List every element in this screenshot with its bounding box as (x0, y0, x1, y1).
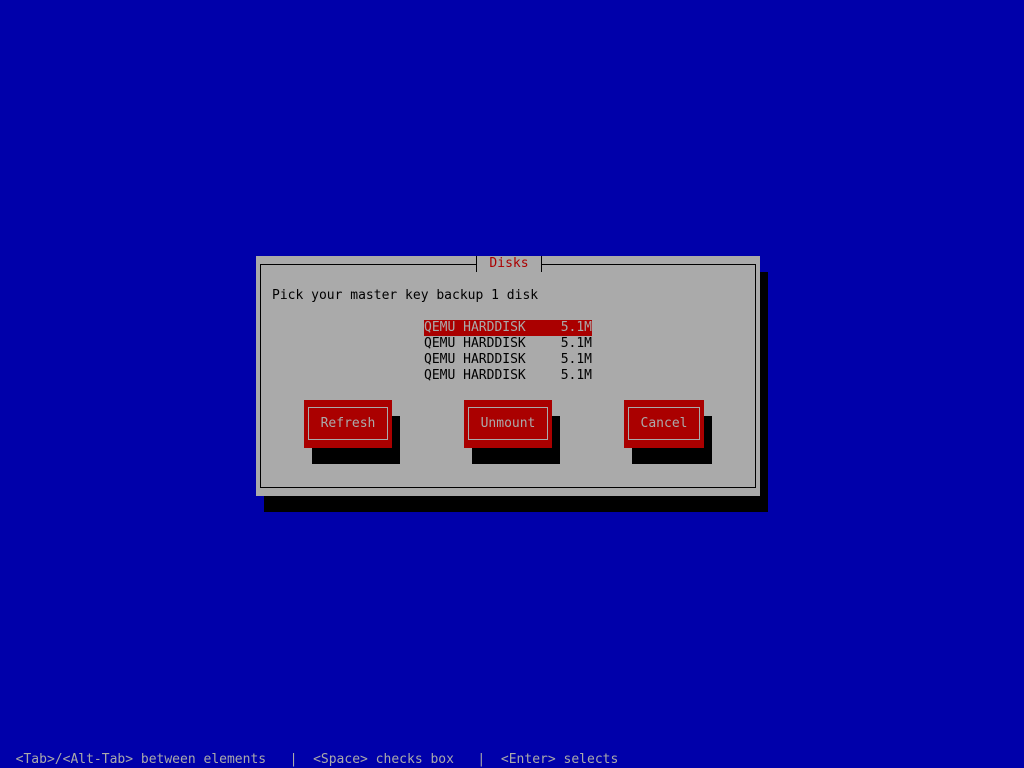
disk-list[interactable]: QEMU HARDDISK 5.1M QEMU HARDDISK 5.1M QE… (424, 320, 592, 384)
refresh-button-label: Refresh (308, 407, 388, 440)
disk-name: QEMU HARDDISK (424, 352, 526, 367)
dialog-prompt: Pick your master key backup 1 disk (272, 288, 539, 303)
disk-size: 5.1M (560, 368, 592, 383)
disk-list-item[interactable]: QEMU HARDDISK 5.1M (424, 352, 592, 368)
disk-list-item[interactable]: QEMU HARDDISK 5.1M (424, 368, 592, 384)
cancel-button-label: Cancel (628, 407, 700, 440)
disk-size: 5.1M (560, 336, 592, 351)
refresh-button[interactable]: Refresh (304, 400, 392, 448)
help-line: <Tab>/<Alt-Tab> between elements | <Spac… (0, 752, 619, 767)
cancel-button[interactable]: Cancel (624, 400, 704, 448)
disk-name: QEMU HARDDISK (424, 320, 526, 335)
unmount-button-label: Unmount (468, 407, 548, 440)
unmount-button[interactable]: Unmount (464, 400, 552, 448)
disk-name: QEMU HARDDISK (424, 336, 526, 351)
disk-size: 5.1M (560, 352, 592, 367)
disk-list-item[interactable]: QEMU HARDDISK 5.1M (424, 336, 592, 352)
disks-dialog: Disks Pick your master key backup 1 disk… (256, 256, 760, 496)
disk-name: QEMU HARDDISK (424, 368, 526, 383)
disk-list-item[interactable]: QEMU HARDDISK 5.1M (424, 320, 592, 336)
disk-size: 5.1M (560, 320, 592, 335)
dialog-title: Disks (476, 256, 542, 272)
